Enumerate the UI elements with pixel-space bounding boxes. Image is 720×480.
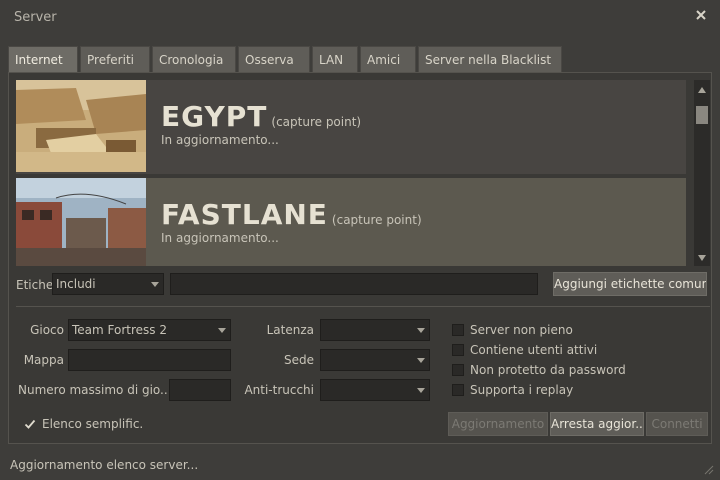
latency-select[interactable] xyxy=(320,319,430,341)
server-row-fastlane[interactable]: FASTLANE (capture point) In aggiornamento… xyxy=(16,178,686,266)
map-name-egypt: EGYPT (capture point) xyxy=(161,102,361,137)
tab-lan[interactable]: LAN xyxy=(312,46,358,72)
simplified-list-label: Elenco semplific. xyxy=(42,417,144,431)
map-thumbnail-fastlane xyxy=(16,178,146,266)
map-status: In aggiornamento... xyxy=(161,231,279,245)
map-title: FASTLANE xyxy=(161,198,328,231)
map-input[interactable] xyxy=(68,349,231,371)
tab-cronologia[interactable]: Cronologia xyxy=(152,46,236,72)
close-icon[interactable] xyxy=(694,8,708,22)
checkbox-box[interactable] xyxy=(452,324,464,336)
tab-preferiti[interactable]: Preferiti xyxy=(80,46,150,72)
server-row-egypt[interactable]: EGYPT (capture point) In aggiornamento... xyxy=(16,80,686,174)
status-text: Aggiornamento elenco server... xyxy=(10,458,199,472)
checkbox-label: Contiene utenti attivi xyxy=(470,343,598,357)
chevron-down-icon xyxy=(218,328,226,333)
game-select[interactable]: Team Fortress 2 xyxy=(68,319,231,341)
map-mode: (capture point) xyxy=(271,115,362,129)
map-status: In aggiornamento... xyxy=(161,133,279,147)
tab-blacklist[interactable]: Server nella Blacklist xyxy=(418,46,562,72)
game-label: Gioco xyxy=(30,323,64,337)
scroll-up-icon[interactable] xyxy=(697,84,707,94)
checkbox-not-full[interactable]: Server non pieno xyxy=(452,322,573,338)
tags-mode-value: Includi xyxy=(56,277,96,291)
checkbox-label: Non protetto da password xyxy=(470,363,626,377)
divider xyxy=(16,306,710,307)
map-thumbnail-egypt xyxy=(16,80,146,172)
location-label: Sede xyxy=(284,353,314,367)
max-players-label: Numero massimo di gio.. xyxy=(18,383,168,397)
chevron-down-icon xyxy=(417,388,425,393)
anticheat-select[interactable] xyxy=(320,379,430,401)
checkbox-box[interactable] xyxy=(452,364,464,376)
checkbox-label: Supporta i replay xyxy=(470,383,574,397)
tab-osserva[interactable]: Osserva xyxy=(238,46,310,72)
game-value: Team Fortress 2 xyxy=(72,323,167,337)
checkbox-replays[interactable]: Supporta i replay xyxy=(452,382,573,398)
tags-input[interactable] xyxy=(170,273,538,295)
simplified-list-toggle[interactable]: Elenco semplific. xyxy=(24,417,143,431)
max-players-input[interactable] xyxy=(169,379,231,401)
window-title: Server xyxy=(14,10,57,25)
resize-grip-icon[interactable] xyxy=(704,464,714,475)
latency-label: Latenza xyxy=(266,323,314,337)
checkbox-box[interactable] xyxy=(452,384,464,396)
map-label: Mappa xyxy=(23,353,64,367)
checkbox-label: Server non pieno xyxy=(470,323,573,337)
checkbox-box[interactable] xyxy=(452,344,464,356)
scroll-thumb[interactable] xyxy=(696,106,708,124)
refresh-button[interactable]: Aggiornamento xyxy=(448,412,548,436)
chevron-down-icon xyxy=(151,282,159,287)
map-mode: (capture point) xyxy=(331,213,422,227)
checkbox-has-users[interactable]: Contiene utenti attivi xyxy=(452,342,597,358)
map-title: EGYPT xyxy=(161,100,268,133)
tags-mode-select[interactable]: Includi xyxy=(52,273,164,295)
location-select[interactable] xyxy=(320,349,430,371)
server-list: EGYPT (capture point) In aggiornamento...… xyxy=(16,80,686,266)
map-name-fastlane: FASTLANE (capture point) xyxy=(161,200,422,235)
tab-internet[interactable]: Internet xyxy=(8,46,78,72)
server-list-scrollbar[interactable] xyxy=(694,80,710,266)
scroll-down-icon[interactable] xyxy=(697,252,707,262)
add-tags-button[interactable]: Aggiungi etichette comun. xyxy=(553,272,707,296)
connect-button[interactable]: Connetti xyxy=(646,412,708,436)
checkmark-icon[interactable] xyxy=(24,418,36,430)
checkbox-no-password[interactable]: Non protetto da password xyxy=(452,362,626,378)
chevron-down-icon xyxy=(417,358,425,363)
chevron-down-icon xyxy=(417,328,425,333)
stop-refresh-button[interactable]: Arresta aggior... xyxy=(550,412,644,436)
tab-bar: Internet Preferiti Cronologia Osserva LA… xyxy=(8,46,564,72)
anticheat-label: Anti-trucchi xyxy=(244,383,314,397)
tab-amici[interactable]: Amici xyxy=(360,46,416,72)
